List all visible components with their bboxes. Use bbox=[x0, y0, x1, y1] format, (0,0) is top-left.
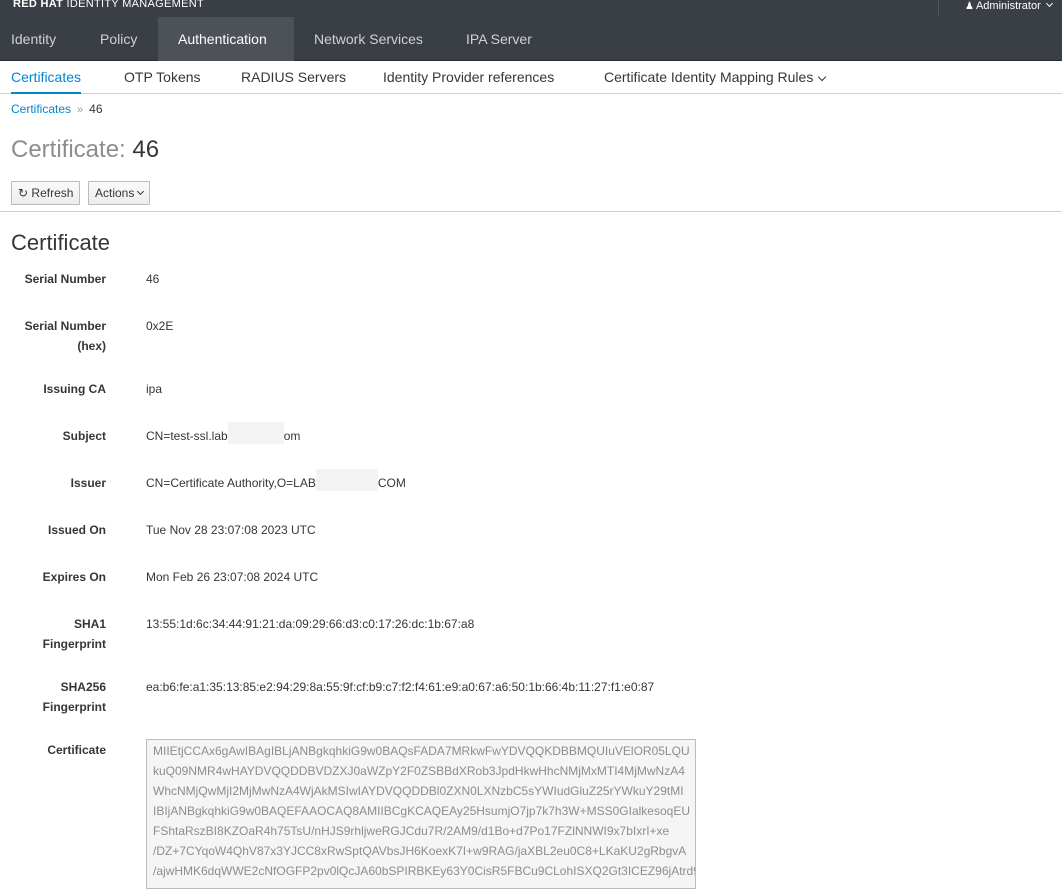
actions-dropdown[interactable]: Actions bbox=[88, 181, 151, 205]
nav-identity[interactable]: Identity bbox=[0, 17, 67, 61]
nav-authentication[interactable]: Authentication bbox=[158, 17, 294, 61]
user-icon: ♟ bbox=[965, 1, 974, 12]
primary-nav: Identity Policy Authentication Network S… bbox=[0, 17, 1062, 61]
refresh-icon: ↻ bbox=[18, 186, 29, 200]
tab-certificates[interactable]: Certificates bbox=[11, 61, 82, 94]
issuer-value-pre: CN=Certificate Authority,O=LAB bbox=[146, 476, 316, 491]
brand-rest: IDENTITY MANAGEMENT bbox=[66, 0, 205, 10]
issuer-value-post: COM bbox=[377, 476, 406, 491]
serial-number-label: Serial Number bbox=[24, 272, 106, 286]
subject-value: CN=test-ssl.lab om bbox=[146, 422, 301, 448]
certificate-textarea[interactable]: MIIEtjCCAx6gAwIBAgIBLjANBgkqhkiG9w0BAQsF… bbox=[146, 739, 696, 889]
issuer-value: CN=Certificate Authority,O=LAB COM bbox=[146, 469, 406, 495]
expires-on-value: Mon Feb 26 23:07:08 2024 UTC bbox=[146, 570, 319, 584]
masthead: RED HAT IDENTITY MANAGEMENT ♟ Administrat… bbox=[0, 0, 1062, 17]
refresh-button[interactable]: ↻ Refresh bbox=[11, 181, 81, 205]
subject-value-pre: CN=test-ssl.lab bbox=[146, 429, 228, 444]
serial-hex-label: Serial Number (hex) bbox=[0, 316, 106, 356]
certificate-label: Certificate bbox=[47, 743, 106, 757]
page-title-value: 46 bbox=[132, 136, 160, 163]
sha256-label-line2: Fingerprint bbox=[42, 700, 106, 714]
sha1-fingerprint-label: SHA1 Fingerprint bbox=[0, 614, 106, 654]
redacted-block bbox=[315, 469, 378, 491]
tab-certificate-identity-mapping-rules[interactable]: Certificate Identity Mapping Rules bbox=[604, 61, 827, 94]
chevron-down-icon bbox=[1045, 0, 1053, 8]
sha1-label-line1: SHA1 bbox=[73, 617, 106, 631]
issuer-label: Issuer bbox=[70, 476, 106, 490]
serial-number-value: 46 bbox=[146, 272, 160, 286]
issuing-ca-label: Issuing CA bbox=[43, 382, 106, 396]
header-divider bbox=[0, 211, 1062, 212]
nav-network-services[interactable]: Network Services bbox=[303, 17, 434, 61]
tab-label: Certificate Identity Mapping Rules bbox=[604, 69, 814, 85]
user-menu-label: Administrator bbox=[975, 0, 1041, 12]
serial-hex-label-line2: (hex) bbox=[77, 339, 106, 353]
breadcrumb-separator-icon: » bbox=[77, 104, 84, 116]
breadcrumb: Certificates » 46 bbox=[11, 102, 103, 116]
page-title: Certificate: 46 bbox=[11, 136, 159, 164]
chevron-down-icon bbox=[137, 187, 145, 196]
brand-logo[interactable]: RED HAT IDENTITY MANAGEMENT bbox=[13, 0, 204, 11]
subject-value-post: om bbox=[283, 429, 301, 444]
issuing-ca-value[interactable]: ipa bbox=[146, 379, 162, 399]
user-menu[interactable]: ♟ Administrator bbox=[938, 0, 1062, 17]
sha1-fingerprint-value: 13:55:1d:6c:34:44:91:21:da:09:29:66:d3:c… bbox=[146, 617, 475, 631]
serial-hex-label-line1: Serial Number bbox=[24, 319, 106, 333]
section-title: Certificate bbox=[11, 230, 111, 255]
breadcrumb-certificates-link[interactable]: Certificates bbox=[11, 102, 71, 116]
tab-radius-servers[interactable]: RADIUS Servers bbox=[241, 61, 346, 94]
issued-on-label: Issued On bbox=[47, 523, 106, 537]
redacted-block bbox=[227, 422, 284, 444]
expires-on-label: Expires On bbox=[42, 570, 106, 584]
secondary-nav: Certificates OTP Tokens RADIUS Servers I… bbox=[0, 61, 1062, 94]
tab-otp-tokens[interactable]: OTP Tokens bbox=[124, 61, 201, 94]
breadcrumb-current: 46 bbox=[89, 102, 103, 116]
tab-identity-provider-references[interactable]: Identity Provider references bbox=[383, 61, 554, 94]
serial-hex-value: 0x2E bbox=[146, 319, 174, 333]
issued-on-value: Tue Nov 28 23:07:08 2023 UTC bbox=[146, 523, 316, 537]
sha256-fingerprint-label: SHA256 Fingerprint bbox=[0, 677, 106, 717]
brand-bold: RED HAT bbox=[13, 0, 64, 10]
chevron-down-icon bbox=[818, 72, 827, 82]
nav-policy[interactable]: Policy bbox=[89, 17, 148, 61]
sha256-fingerprint-value: ea:b6:fe:a1:35:13:85:e2:94:29:8a:55:9f:c… bbox=[146, 680, 655, 694]
sha256-label-line1: SHA256 bbox=[60, 680, 106, 694]
nav-ipa-server[interactable]: IPA Server bbox=[455, 17, 543, 61]
actions-label: Actions bbox=[95, 186, 135, 200]
page-title-label: Certificate: bbox=[11, 136, 126, 163]
subject-label: Subject bbox=[62, 429, 106, 443]
refresh-label: Refresh bbox=[31, 186, 74, 200]
sha1-label-line2: Fingerprint bbox=[42, 637, 106, 651]
